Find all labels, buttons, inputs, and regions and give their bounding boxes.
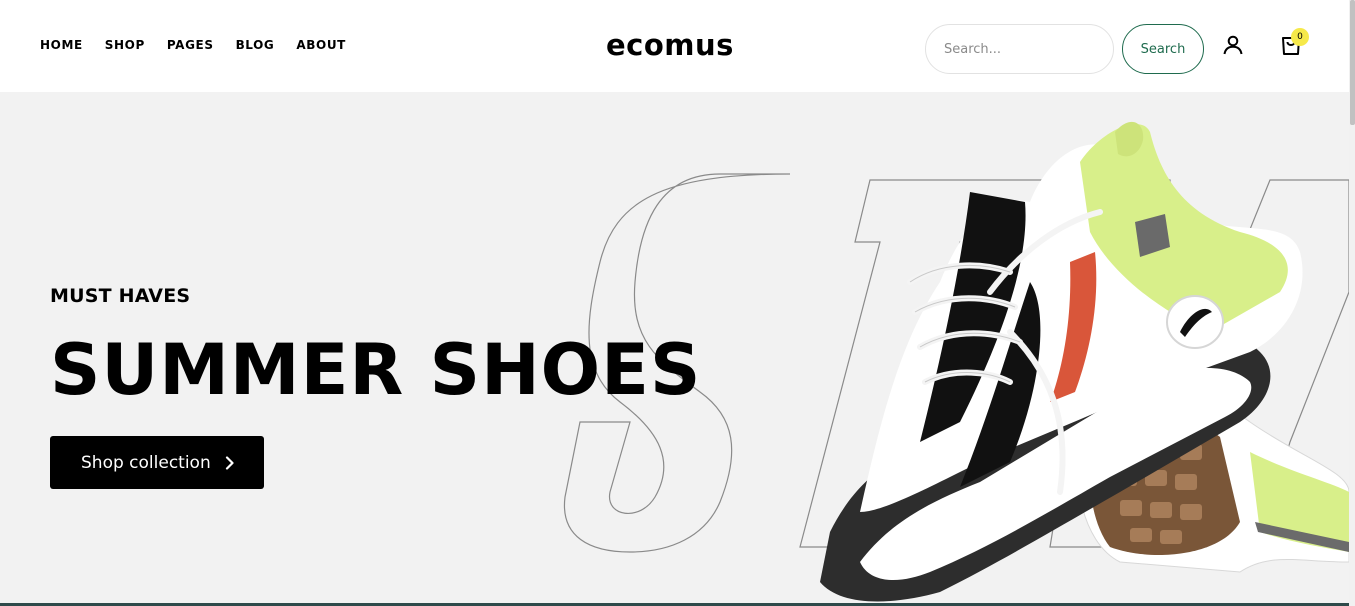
- user-icon[interactable]: [1221, 33, 1245, 57]
- shop-collection-button[interactable]: Shop collection: [50, 436, 264, 489]
- nav-item-about[interactable]: ABOUT: [296, 38, 346, 52]
- site-logo[interactable]: ecomus: [606, 28, 734, 62]
- search-field[interactable]: [925, 24, 1114, 74]
- search-input[interactable]: [926, 25, 1113, 73]
- cart-count-badge: 0: [1291, 28, 1309, 46]
- hero-title: SUMMER SHOES: [50, 329, 702, 411]
- nav-item-shop[interactable]: SHOP: [105, 38, 145, 52]
- chevron-right-icon: [225, 455, 234, 470]
- shop-collection-label: Shop collection: [81, 452, 211, 473]
- hero-subtitle: MUST HAVES: [50, 285, 191, 307]
- main-nav: HOME SHOP PAGES BLOG ABOUT: [40, 38, 368, 52]
- nav-item-pages[interactable]: PAGES: [167, 38, 214, 52]
- site-header: HOME SHOP PAGES BLOG ABOUT ecomus Search…: [0, 0, 1349, 92]
- search-button[interactable]: Search: [1122, 24, 1204, 74]
- scrollbar-thumb[interactable]: [1350, 0, 1355, 125]
- nav-item-home[interactable]: HOME: [40, 38, 83, 52]
- nav-item-blog[interactable]: BLOG: [236, 38, 275, 52]
- hero-banner: MUST HAVES SUMMER SHOES Shop collection: [0, 92, 1349, 606]
